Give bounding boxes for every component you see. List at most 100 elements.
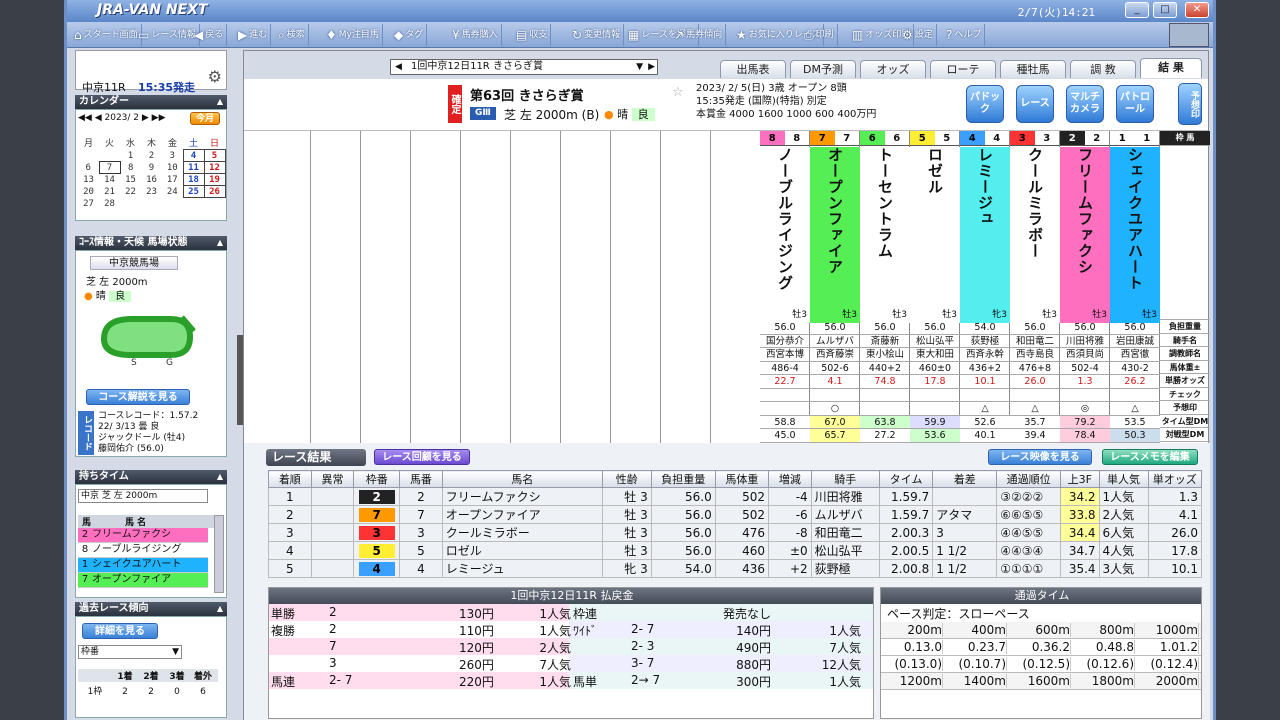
tab-5[interactable]: 調 教	[1070, 60, 1136, 78]
toolbar-button-15[interactable]: ⚙ 設定	[899, 24, 937, 46]
result-header[interactable]: 馬名	[441, 470, 603, 488]
calendar-day[interactable]: 3	[162, 150, 183, 162]
mochi-select[interactable]: 中京 芝 左 2000m	[78, 489, 208, 503]
toolbar-button-2[interactable]: ◀ 戻る	[191, 24, 228, 46]
toolbar-button-9[interactable]: ↻ 変更情報	[569, 24, 625, 46]
video-button-1[interactable]: レース	[1016, 85, 1054, 123]
horse-column[interactable]: 2 2 フリームファクシ 牡3 56.0 川田将雅 西須貝尚 502-4 1.3 ◎ 79.2 78.…	[1060, 131, 1110, 443]
toolbar-button-3[interactable]: ▶ 進む	[235, 24, 272, 46]
result-header[interactable]: タイム	[878, 470, 934, 488]
kaiko-button[interactable]: レース回顧を見る	[374, 449, 470, 465]
result-header[interactable]: 増減	[768, 470, 812, 488]
horse-column[interactable]: 6 6 トーセントラム 牡3 56.0 斎藤新 東小桧山 440+2 74.8 63.8 27.2	[860, 131, 910, 443]
tab-3[interactable]: ローテ	[930, 60, 996, 78]
horse-column[interactable]: 1 1 シェイクユアハート 牡3 56.0 岩田康誠 西宮徹 430-2 26.2 △ 53.5 50…	[1110, 131, 1160, 443]
result-header[interactable]: 異常	[310, 470, 355, 488]
calendar-day[interactable]: 9	[141, 162, 162, 174]
result-header[interactable]: 着差	[932, 470, 998, 488]
this-month-button[interactable]: 今月	[190, 112, 220, 125]
result-row[interactable]: 5 4 4 レミージュ牝 3 54.0 436 +2 荻野極 2.00.8 1 1/2 ①①①① 35…	[268, 559, 1203, 578]
calendar-day[interactable]: 26	[203, 185, 226, 198]
calendar-day[interactable]: 12	[203, 161, 226, 174]
horse-column[interactable]: 8 8 ノーブルライジング 牡3 56.0 国分恭介 西宮本博 486-4 22.7 58.8 45…	[760, 131, 810, 443]
calendar-day[interactable]: 4	[182, 149, 205, 162]
calendar-day[interactable]: 11	[182, 161, 205, 174]
video-button-2[interactable]: マルチカメラ	[1066, 85, 1104, 123]
tab-4[interactable]: 種牡馬	[1000, 60, 1066, 78]
video-button[interactable]: レース映像を見る	[988, 449, 1092, 465]
calendar-day[interactable]: 22	[120, 186, 141, 198]
mochi-scrollbar[interactable]	[214, 515, 224, 593]
toolbar-button-13[interactable]: ⎙ 印刷	[801, 24, 838, 46]
toolbar-button-4[interactable]: ⌕ 検索	[275, 24, 309, 46]
calendar-day[interactable]: 21	[99, 186, 120, 198]
result-header[interactable]: 単人気	[1098, 470, 1149, 488]
yoso-button[interactable]: 予想印	[1178, 83, 1202, 125]
result-header[interactable]: 単オッズ	[1147, 470, 1203, 488]
toolbar-button-8[interactable]: ▤ 収支	[513, 24, 552, 46]
calendar-day[interactable]: 13	[78, 174, 99, 186]
toolbar-button-7[interactable]: ¥ 馬券購入	[449, 24, 502, 46]
toolbar-button-0[interactable]: ⌂ スタート画面	[71, 24, 142, 46]
calendar-day[interactable]: 27	[78, 198, 99, 210]
calendar-day[interactable]: 7	[98, 161, 121, 174]
tab-2[interactable]: オッズ	[860, 60, 926, 78]
calendar-day[interactable]: 14	[99, 174, 120, 186]
calendar-day[interactable]: 5	[203, 149, 226, 162]
memo-button[interactable]: レースメモを編集	[1102, 449, 1198, 465]
result-header[interactable]: 騎手	[810, 470, 880, 488]
calendar-day[interactable]: 10	[162, 162, 183, 174]
horse-column[interactable]: 3 3 クールミラボー 牡3 56.0 和田竜二 西寺島良 476+8 26.0 △ 35.7 39.…	[1010, 131, 1060, 443]
favorite-star-icon[interactable]: ☆	[672, 85, 684, 100]
mochi-row[interactable]: 1 シェイクユアハート	[78, 558, 208, 573]
calendar-day[interactable]: 23	[141, 186, 162, 198]
horse-column[interactable]: 5 5 ロゼル 牡3 56.0 松山弘平 東大和田 460±0 17.8 59.9 53.6	[910, 131, 960, 443]
video-button-0[interactable]: パドック	[966, 85, 1004, 123]
result-header[interactable]: 着順	[268, 470, 312, 488]
calendar-day[interactable]: 24	[162, 186, 183, 198]
maximize-button[interactable]: □	[1153, 2, 1177, 18]
gear-icon[interactable]: ⚙	[208, 67, 222, 86]
result-row[interactable]: 3 3 3 クールミラボー牡 3 56.0 476 -8 和田竜二 2.00.3 3 ④④⑤⑤ 34.…	[268, 523, 1203, 542]
result-header[interactable]: 通過順位	[996, 470, 1062, 488]
result-header[interactable]: 馬体重	[714, 470, 770, 488]
calendar-day[interactable]: 25	[182, 185, 205, 198]
course-explain-button[interactable]: コース解説を見る	[86, 389, 190, 405]
tab-6[interactable]: 結 果	[1140, 58, 1202, 78]
calendar-day[interactable]: 17	[162, 174, 183, 186]
calendar-day[interactable]: 2	[141, 150, 162, 162]
calendar-day[interactable]: 16	[141, 174, 162, 186]
mochi-row[interactable]: 7 オープンファイア	[78, 573, 208, 588]
result-row[interactable]: 2 7 7 オープンファイア牡 3 56.0 502 -6 ムルザバ 1.59.7 アタマ ⑥⑥⑤⑤…	[268, 505, 1203, 524]
minimize-button[interactable]: _	[1125, 2, 1149, 18]
calendar-day[interactable]: 1	[120, 150, 141, 162]
horse-column[interactable]: 4 4 レミージュ 牝3 54.0 荻野極 西斉永幹 436+2 10.1 △ 52.6 40.1	[960, 131, 1010, 443]
calendar-day[interactable]: 19	[203, 173, 226, 186]
calendar-day[interactable]: 20	[78, 186, 99, 198]
tab-0[interactable]: 出馬表	[720, 60, 786, 78]
mochi-row[interactable]: 8 ノーブルライジング	[78, 543, 208, 558]
calendar-day[interactable]: 15	[120, 174, 141, 186]
result-header[interactable]: 上3F	[1060, 470, 1100, 488]
calendar-nav[interactable]: ◀◀ ◀ 2023/ 2 ▶ ▶▶	[78, 113, 166, 123]
calendar-day[interactable]: 18	[182, 173, 205, 186]
past-select[interactable]: 枠番 ▼	[78, 645, 182, 659]
close-button[interactable]: ✕	[1185, 2, 1209, 18]
mochi-row[interactable]: 2 フリームファクシ	[78, 528, 208, 543]
video-button-3[interactable]: パトロール	[1116, 85, 1154, 123]
toolbar-button-16[interactable]: ? ヘルプ	[943, 24, 986, 46]
past-detail-button[interactable]: 詳細を見る	[82, 623, 158, 639]
result-header[interactable]: 馬番	[399, 470, 443, 488]
toolbar-button-11[interactable]: ↗ 馬券傾向	[671, 24, 727, 46]
toolbar-button-6[interactable]: ◆ タグ	[391, 24, 428, 46]
tab-1[interactable]: DM予測	[790, 60, 856, 78]
calendar-day[interactable]: 8	[120, 162, 141, 174]
toolbar-button-5[interactable]: ♦ My注目馬	[323, 24, 383, 46]
result-header[interactable]: 性齢	[601, 470, 652, 488]
result-header[interactable]: 枠番	[353, 470, 401, 488]
horse-column[interactable]: 7 7 オープンファイア 牡3 56.0 ムルザバ 西斉藤崇 502-6 4.1 ○ 67.0 65.…	[810, 131, 860, 443]
result-row[interactable]: 1 2 2 フリームファクシ牡 3 56.0 502 -4 川田将雅 1.59.7 ③②②② 34.…	[268, 487, 1203, 506]
calendar-day[interactable]: 6	[78, 162, 99, 174]
race-select[interactable]: ◀ 1回中京12日11R きさらぎ賞 ▼ ▶	[390, 59, 658, 75]
result-header[interactable]: 負担重量	[650, 470, 716, 488]
